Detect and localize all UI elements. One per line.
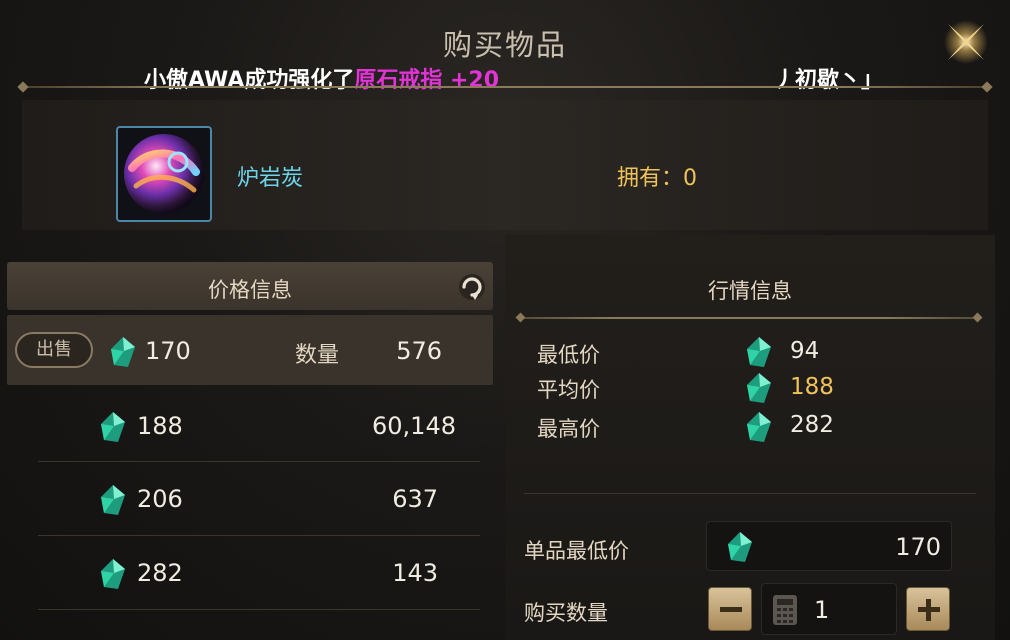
title-divider [17,81,993,93]
max-price-value: 282 [790,412,834,438]
increase-quantity-button[interactable] [906,587,950,631]
unit-price-value: 170 [895,533,941,561]
min-price-label: 最低价 [537,343,600,367]
purchase-quantity-value: 1 [814,596,830,624]
minus-icon [720,607,742,612]
avg-price-label: 平均价 [537,378,600,402]
price-info-title: 价格信息 [208,278,292,302]
quantity-value: 143 [392,559,438,587]
row-divider [38,535,480,536]
unit-price-field: 170 [706,521,952,571]
quantity-value: 637 [392,485,438,513]
price-value[interactable]: 282 [137,559,183,587]
price-value[interactable]: 206 [137,485,183,513]
price-info-header: 价格信息 [7,262,493,310]
price-value[interactable]: 188 [137,412,183,440]
row-divider [38,461,480,462]
gem-icon [101,559,125,589]
form-divider [524,493,976,494]
purchase-quantity-label: 购买数量 [524,601,608,625]
gem-icon [101,412,125,442]
max-price-label: 最高价 [537,417,600,441]
dialog-title: 购买物品 [442,28,567,62]
sell-button[interactable]: 出售 [15,332,93,368]
gem-icon [728,532,752,562]
gem-icon [101,485,125,515]
market-divider [515,312,983,323]
avg-price-value: 188 [790,374,834,400]
refresh-icon[interactable] [455,270,489,304]
ticker-highlight: 原石戒指 +20 [354,68,500,93]
min-price-value: 94 [790,338,820,364]
ticker-prefix: 小傲AWA成功强化了 [144,68,355,93]
unit-price-label: 单品最低价 [524,539,629,563]
decrease-quantity-button[interactable] [708,587,752,631]
item-name: 炉岩炭 [237,166,304,191]
gem-icon [111,337,135,367]
owned-count: 拥有：0 [617,166,697,191]
item-icon [116,126,212,222]
quantity-value: 60,148 [372,412,456,440]
market-info-title: 行情信息 [708,279,792,303]
gem-icon [747,337,771,367]
ticker-suffix: 丿初歇丶」 [773,68,884,93]
quantity-value: 576 [396,337,442,365]
calculator-icon[interactable] [772,594,798,626]
gem-icon [747,412,771,442]
row-divider [38,609,480,610]
price-value: 170 [145,337,191,365]
gem-icon [747,373,771,403]
purchase-quantity-input[interactable]: 1 [761,583,897,635]
